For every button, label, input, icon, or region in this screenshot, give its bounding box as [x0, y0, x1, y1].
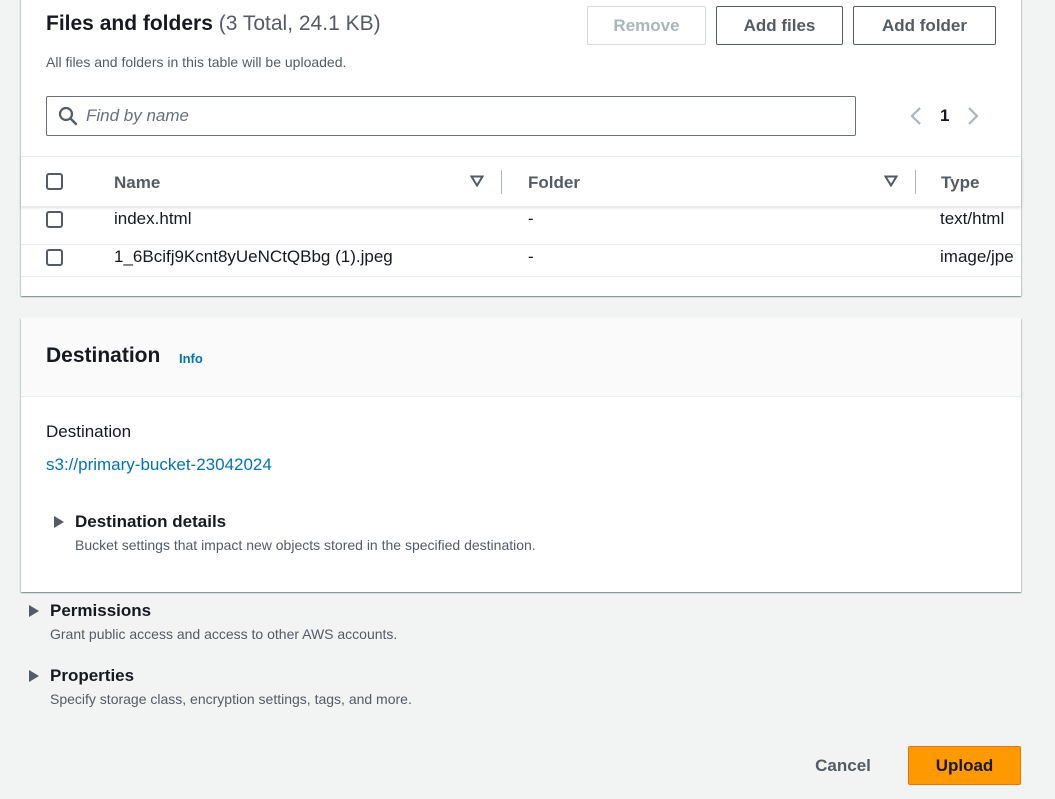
- next-page-button[interactable]: [963, 104, 983, 128]
- select-all-checkbox[interactable]: [46, 173, 63, 190]
- properties-description: Specify storage class, encryption settin…: [50, 691, 412, 707]
- row-checkbox[interactable]: [46, 249, 63, 266]
- folder-cell: -: [528, 209, 534, 228]
- search-icon: [58, 106, 78, 126]
- table-header: Name Folder Type: [21, 156, 1021, 206]
- chevron-left-icon: [910, 107, 921, 125]
- files-panel-title-text: Files and folders: [46, 12, 213, 35]
- pagination: 1: [906, 104, 983, 128]
- destination-details-description: Bucket settings that impact new objects …: [75, 537, 536, 553]
- files-and-folders-panel: Files and folders (3 Total, 24.1 KB) All…: [21, 0, 1021, 296]
- files-panel-description: All files and folders in this table will…: [46, 54, 347, 70]
- folder-cell: -: [528, 247, 534, 266]
- caret-right-icon: [54, 516, 64, 528]
- column-divider[interactable]: [501, 170, 502, 194]
- destination-title: Destination: [46, 344, 161, 367]
- upload-button[interactable]: Upload: [908, 746, 1021, 785]
- files-count: (3 Total, 24.1 KB): [218, 12, 381, 35]
- chevron-right-icon: [968, 107, 980, 125]
- type-cell: image/jpe: [940, 247, 1014, 266]
- remove-button[interactable]: Remove: [587, 6, 706, 45]
- destination-details-expander[interactable]: Destination details Bucket settings that…: [53, 512, 653, 556]
- caret-right-icon: [29, 670, 39, 682]
- column-header-type[interactable]: Type: [941, 173, 979, 193]
- column-divider[interactable]: [915, 170, 916, 194]
- permissions-description: Grant public access and access to other …: [50, 626, 398, 642]
- table-row: 1_6Bcifj9Kcnt8yUeNCtQBbg (1).jpeg - imag…: [21, 238, 1021, 277]
- destination-header: Destination Info: [21, 318, 1021, 397]
- cancel-button[interactable]: Cancel: [800, 746, 886, 785]
- info-link[interactable]: Info: [179, 351, 203, 366]
- type-cell: text/html: [940, 209, 1005, 228]
- file-name-cell: 1_6Bcifj9Kcnt8yUeNCtQBbg (1).jpeg: [114, 247, 393, 266]
- properties-expander[interactable]: Properties Specify storage class, encryp…: [28, 666, 528, 710]
- sort-folder-icon[interactable]: [884, 175, 898, 187]
- row-checkbox[interactable]: [46, 211, 63, 228]
- properties-title: Properties: [50, 666, 135, 685]
- column-header-name[interactable]: Name: [114, 173, 160, 193]
- destination-details-title: Destination details: [75, 512, 227, 531]
- destination-uri-link[interactable]: s3://primary-bucket-23042024: [46, 455, 272, 475]
- files-panel-title: Files and folders (3 Total, 24.1 KB): [46, 12, 381, 36]
- destination-label: Destination: [46, 422, 132, 441]
- file-name-cell: index.html: [114, 209, 192, 228]
- search-input[interactable]: [86, 106, 826, 126]
- search-box: [46, 96, 856, 136]
- permissions-title: Permissions: [50, 601, 152, 620]
- current-page-number[interactable]: 1: [940, 106, 949, 126]
- add-files-button[interactable]: Add files: [716, 6, 843, 45]
- permissions-expander[interactable]: Permissions Grant public access and acce…: [28, 601, 528, 645]
- destination-panel: Destination Info Destination s3://primar…: [21, 318, 1021, 592]
- add-folder-button[interactable]: Add folder: [853, 6, 996, 45]
- caret-right-icon: [29, 605, 39, 617]
- previous-page-button[interactable]: [906, 104, 926, 128]
- column-header-folder[interactable]: Folder: [528, 173, 580, 193]
- sort-name-icon[interactable]: [470, 175, 484, 187]
